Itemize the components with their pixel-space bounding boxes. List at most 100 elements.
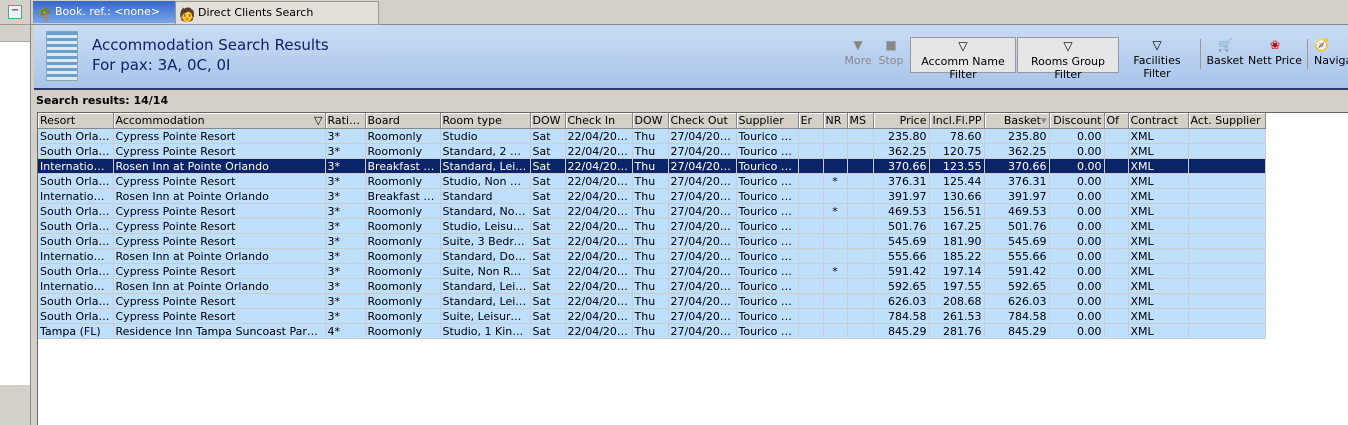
- cell-act-supplier: [1188, 218, 1266, 234]
- rooms-group-filter-button[interactable]: ▽ Rooms Group Filter: [1017, 37, 1119, 81]
- column-header[interactable]: DOW: [530, 113, 566, 129]
- cell-nr: *: [823, 203, 848, 219]
- left-panel-controls[interactable]: [0, 385, 30, 425]
- cell-contract: XML: [1128, 293, 1189, 309]
- column-header-label: Incl.Fl.PP: [932, 114, 982, 127]
- column-header[interactable]: Of: [1104, 113, 1129, 129]
- column-header[interactable]: Resort: [38, 113, 114, 129]
- column-header[interactable]: Price: [873, 113, 930, 129]
- cell-supplier: Tourico …: [736, 218, 799, 234]
- cell-discount: 0.00: [1049, 308, 1105, 324]
- cell-contract: XML: [1128, 173, 1189, 189]
- column-header[interactable]: Check In: [565, 113, 633, 129]
- table-row[interactable]: South Orlando Cypress Pointe Resort 3* Room…: [38, 308, 1266, 324]
- column-header-label: Check Out: [670, 114, 728, 127]
- more-button[interactable]: ▼ More: [842, 37, 874, 71]
- facilities-filter-button[interactable]: ▽ Facilities Filter: [1120, 37, 1194, 80]
- table-row[interactable]: South Orlando Cypress Pointe Resort 3* Room…: [38, 143, 1266, 159]
- table-row[interactable]: Tampa (FL) Residence Inn Tampa Suncoast P…: [38, 323, 1266, 339]
- cell-incl-fl-pp: 197.55: [929, 278, 985, 294]
- column-header[interactable]: Incl.Fl.PP: [929, 113, 985, 129]
- cell-dow: Thu: [632, 218, 669, 234]
- cell-rati: 3*: [325, 278, 366, 294]
- table-row[interactable]: South Orlando Cypress Pointe Resort 3* Room…: [38, 203, 1266, 219]
- column-header[interactable]: Contract: [1128, 113, 1189, 129]
- column-header[interactable]: Discount: [1049, 113, 1105, 129]
- table-row[interactable]: South Orlando Cypress Pointe Resort 3* Room…: [38, 128, 1266, 144]
- cell-dow: Thu: [632, 263, 669, 279]
- column-header[interactable]: Board: [365, 113, 441, 129]
- cell-ms: [847, 218, 874, 234]
- cell-accommodation: Residence Inn Tampa Suncoast Parkway…: [113, 323, 326, 339]
- cell-act-supplier: [1188, 203, 1266, 219]
- cell-dow: Sat: [530, 173, 566, 189]
- facilities-filter-label: Facilities Filter: [1133, 54, 1181, 80]
- column-header[interactable]: Room type: [440, 113, 531, 129]
- table-row[interactable]: South Orlando Cypress Pointe Resort 3* Room…: [38, 233, 1266, 249]
- table-row[interactable]: South Orlando Cypress Pointe Resort 3* Room…: [38, 263, 1266, 279]
- tab-direct-clients-search[interactable]: 🧑 Direct Clients Search: [175, 1, 379, 25]
- cell-supplier: Tourico …: [736, 173, 799, 189]
- cell-basket: 362.25: [984, 143, 1050, 159]
- cell-accommodation: Cypress Pointe Resort: [113, 218, 326, 234]
- column-header[interactable]: Supplier: [736, 113, 799, 129]
- column-header[interactable]: Check Out: [668, 113, 737, 129]
- basket-button[interactable]: 🛒 Basket: [1206, 37, 1244, 71]
- cell-of: [1104, 248, 1129, 264]
- cell-supplier: Tourico …: [736, 158, 799, 174]
- column-header[interactable]: NR: [823, 113, 848, 129]
- cell-price: 501.76: [873, 218, 930, 234]
- cell-check-in: 22/04/2017: [565, 293, 633, 309]
- cell-incl-fl-pp: 185.22: [929, 248, 985, 264]
- cell-board: Roomonly: [365, 293, 441, 309]
- cell-discount: 0.00: [1049, 248, 1105, 264]
- table-row[interactable]: Internation… Rosen Inn at Pointe Orlando 3…: [38, 158, 1266, 174]
- cell-rati: 3*: [325, 158, 366, 174]
- cell-nr: [823, 308, 848, 324]
- cell-discount: 0.00: [1049, 203, 1105, 219]
- cell-resort: South Orlando: [38, 128, 114, 144]
- cell-discount: 0.00: [1049, 218, 1105, 234]
- cell-rati: 3*: [325, 128, 366, 144]
- page-title: Accommodation Search Results: [92, 36, 329, 54]
- cell-nr: *: [823, 173, 848, 189]
- table-row[interactable]: Internation… Rosen Inn at Pointe Orlando 3…: [38, 188, 1266, 204]
- column-header[interactable]: Rati…: [325, 113, 366, 129]
- cell-check-in: 22/04/2017: [565, 233, 633, 249]
- cell-dow: Sat: [530, 233, 566, 249]
- cell-board: Roomonly: [365, 233, 441, 249]
- nett-price-button[interactable]: ❀ Nett Price: [1248, 37, 1302, 71]
- cell-rati: 3*: [325, 173, 366, 189]
- cell-dow: Sat: [530, 203, 566, 219]
- accomm-name-filter-button[interactable]: ▽ Accomm Name Filter: [910, 37, 1016, 81]
- cell-incl-fl-pp: 281.76: [929, 323, 985, 339]
- cell-contract: XML: [1128, 128, 1189, 144]
- cell-price: 555.66: [873, 248, 930, 264]
- filter-icon[interactable]: ▽: [314, 114, 322, 127]
- stop-button[interactable]: ■ Stop: [876, 37, 906, 71]
- navigator-button[interactable]: 🧭 Naviga: [1314, 37, 1348, 71]
- column-header[interactable]: Act. Supplier: [1188, 113, 1266, 129]
- cell-dow: Thu: [632, 203, 669, 219]
- column-header[interactable]: Er: [798, 113, 824, 129]
- minimize-button[interactable]: −: [8, 5, 22, 19]
- cell-nr: [823, 323, 848, 339]
- table-row[interactable]: South Orlando Cypress Pointe Resort 3* Room…: [38, 293, 1266, 309]
- cell-ms: [847, 278, 874, 294]
- navigator-icon: 🧭: [1314, 38, 1329, 52]
- cell-basket: 591.42: [984, 263, 1050, 279]
- tab-booking[interactable]: 🌴Book. ref.: <none>✕: [33, 1, 195, 23]
- table-row[interactable]: South Orlando Cypress Pointe Resort 3* Room…: [38, 173, 1266, 189]
- cell-price: 469.53: [873, 203, 930, 219]
- cell-ms: [847, 308, 874, 324]
- table-row[interactable]: South Orlando Cypress Pointe Resort 3* Room…: [38, 218, 1266, 234]
- column-header[interactable]: MS: [847, 113, 874, 129]
- cell-check-out: 27/04/2017: [668, 293, 737, 309]
- column-header[interactable]: Accommodation ▽: [113, 113, 326, 129]
- cell-er: [798, 248, 824, 264]
- column-header[interactable]: DOW: [632, 113, 669, 129]
- column-header[interactable]: Basket▾: [984, 113, 1050, 129]
- nett-price-icon: ❀: [1269, 38, 1281, 52]
- table-row[interactable]: Internation… Rosen Inn at Pointe Orlando 3…: [38, 278, 1266, 294]
- table-row[interactable]: Internation… Rosen Inn at Pointe Orlando 3…: [38, 248, 1266, 264]
